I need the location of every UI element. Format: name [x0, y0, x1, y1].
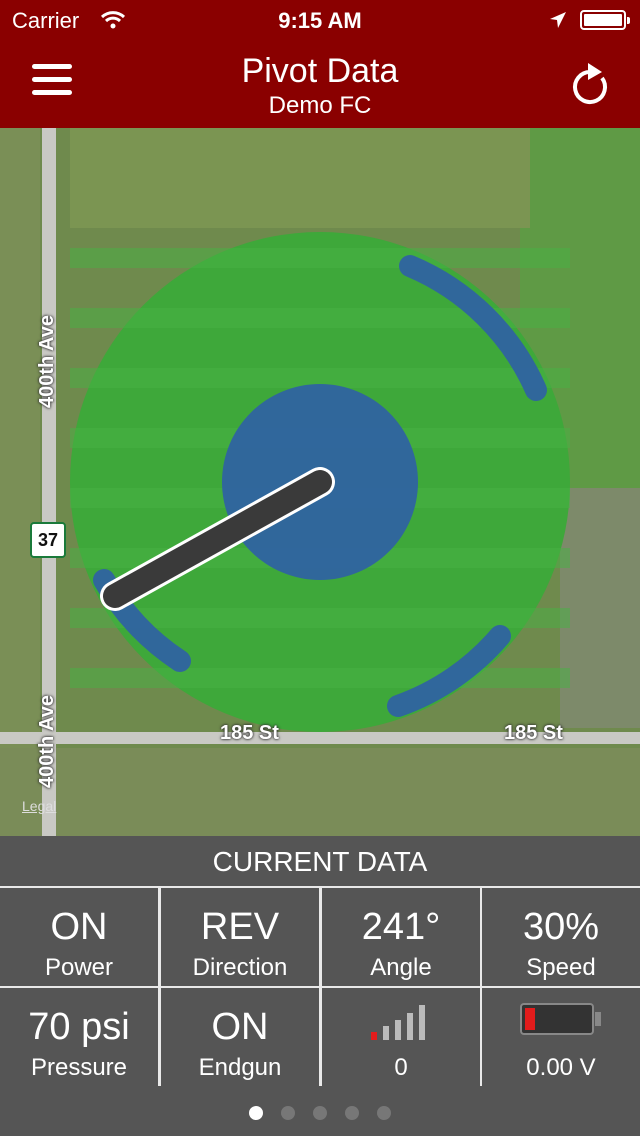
- signal-strength-icon: [371, 1005, 425, 1040]
- direction-label: Direction: [192, 954, 288, 981]
- page-title: Pivot Data: [241, 52, 399, 90]
- road-label-400th-ave-lower: 400th Ave: [36, 694, 58, 788]
- angle-cell: 241° Angle: [322, 888, 480, 986]
- page-subtitle: Demo FC: [268, 92, 372, 119]
- page-dot-3[interactable]: [313, 1106, 327, 1120]
- endgun-label: Endgun: [198, 1054, 282, 1081]
- speed-label: Speed: [526, 954, 596, 981]
- power-cell: ON Power: [0, 888, 158, 986]
- route-37-shield-icon: 37: [30, 522, 66, 558]
- angle-value: 241°: [361, 906, 441, 948]
- nav-bar: Pivot Data Demo FC: [0, 40, 640, 128]
- status-time: 9:15 AM: [278, 8, 362, 33]
- road-label-185-st-left: 185 St: [220, 722, 279, 744]
- direction-value: REV: [200, 906, 280, 948]
- pressure-cell: 70 psi Pressure: [0, 988, 158, 1086]
- speed-cell: 30% Speed: [482, 888, 640, 986]
- power-label: Power: [44, 954, 114, 981]
- battery-icon: [520, 1003, 601, 1035]
- power-value: ON: [50, 906, 108, 948]
- endgun-value: ON: [211, 1006, 269, 1048]
- page-dot-4[interactable]: [345, 1106, 359, 1120]
- status-bar: Carrier 9:15 AM: [0, 0, 640, 40]
- signal-value: 0: [394, 1054, 408, 1081]
- signal-cell: 0: [322, 988, 480, 1086]
- refresh-icon[interactable]: [568, 60, 612, 106]
- page-dot-5[interactable]: [377, 1106, 391, 1120]
- location-arrow-icon: [550, 12, 566, 28]
- current-data-grid: ON Power REV Direction 241° Angle 30% Sp…: [0, 886, 640, 1086]
- battery-cell: 0.00 V: [482, 988, 640, 1086]
- page-dot-2[interactable]: [281, 1106, 295, 1120]
- speed-value: 30%: [522, 906, 600, 948]
- direction-cell: REV Direction: [161, 888, 319, 986]
- battery-voltage: 0.00 V: [526, 1054, 596, 1081]
- pressure-label: Pressure: [30, 1054, 128, 1081]
- page-indicator: [0, 1086, 640, 1136]
- road-label-185-st-right: 185 St: [504, 722, 563, 744]
- angle-label: Angle: [370, 954, 432, 981]
- satellite-map[interactable]: 400th Ave 400th Ave 185 St 185 St 37 Leg…: [0, 128, 640, 836]
- current-data-title: CURRENT DATA: [0, 836, 640, 886]
- pressure-value: 70 psi: [28, 1006, 130, 1048]
- endgun-cell: ON Endgun: [161, 988, 319, 1086]
- page-dot-1[interactable]: [249, 1106, 263, 1120]
- status-battery-icon: [580, 10, 630, 30]
- legal-link[interactable]: Legal: [22, 798, 56, 814]
- road-label-400th-ave-upper: 400th Ave: [36, 314, 58, 408]
